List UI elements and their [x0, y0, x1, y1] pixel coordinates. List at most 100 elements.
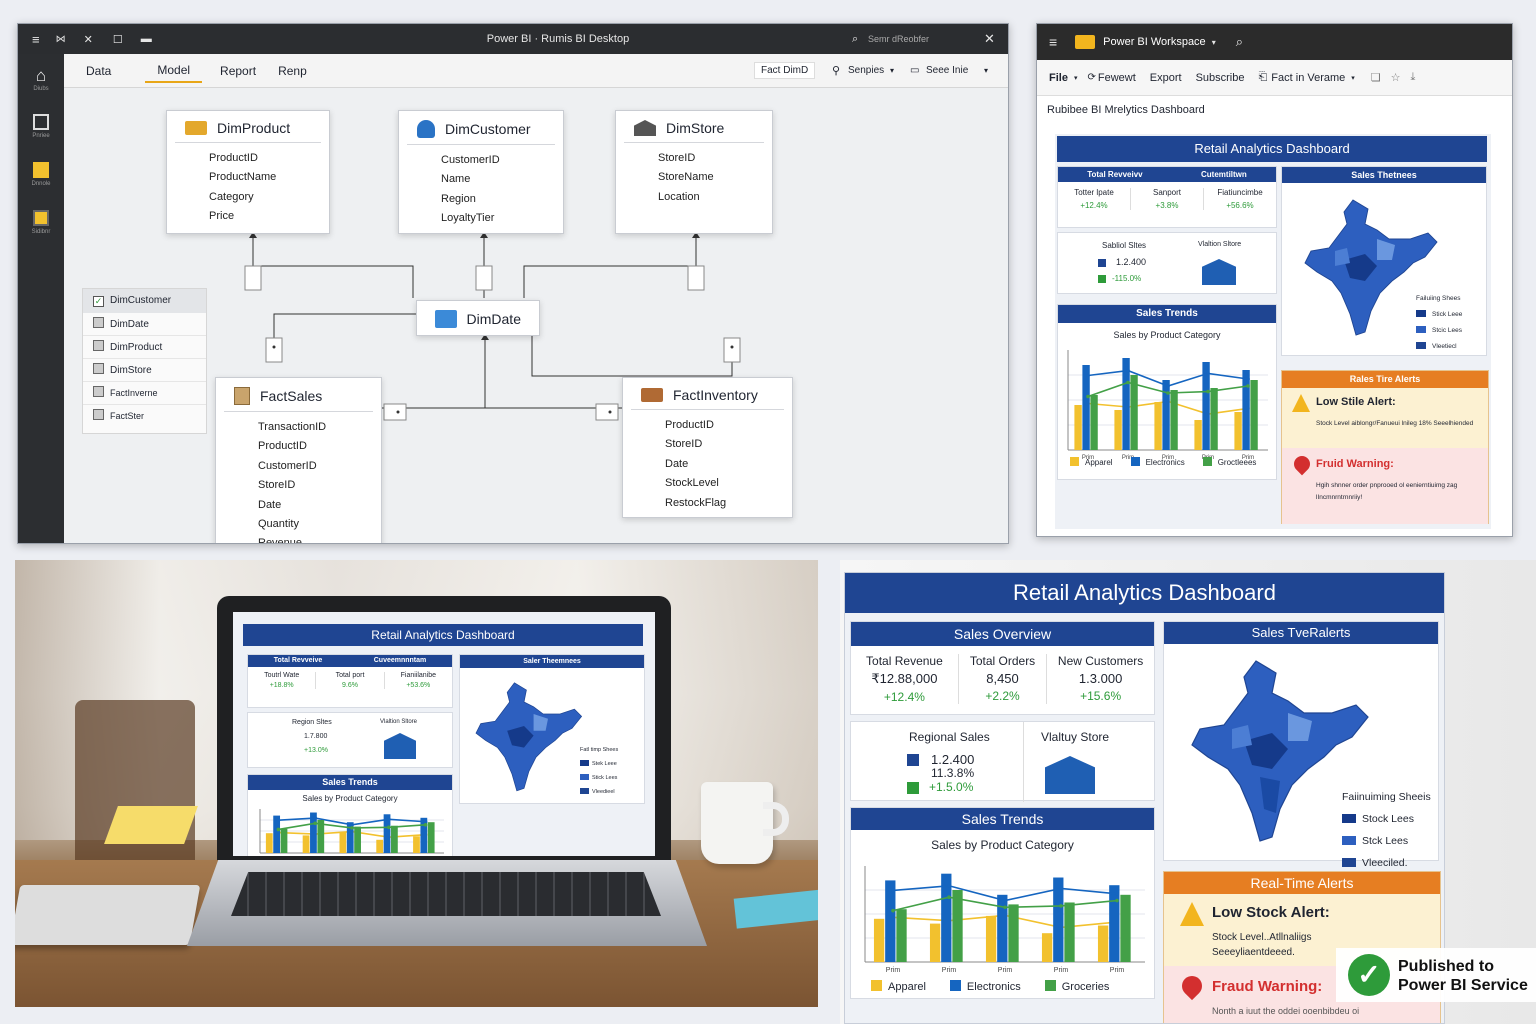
field[interactable]: Name — [441, 170, 563, 189]
file-menu[interactable]: File — [1049, 72, 1068, 84]
field[interactable]: RestockFlag — [665, 494, 792, 513]
field[interactable]: ProductID — [665, 416, 792, 435]
undo-icon[interactable]: ⋈ — [56, 34, 66, 45]
field[interactable]: StockLevel — [665, 474, 792, 493]
legend-item: Faiinuiming Sheeis — [1342, 791, 1431, 803]
field-list-item[interactable]: ✓ DimCustomer — [83, 289, 206, 313]
field-list-item[interactable]: DimStore — [83, 359, 206, 382]
field-list-item[interactable]: DimDate — [83, 313, 206, 336]
field[interactable]: Date — [258, 496, 381, 515]
refresh-menu[interactable]: Fewewt — [1098, 72, 1136, 84]
chevron-down-icon[interactable]: ▾ — [1351, 74, 1355, 82]
service-toolbar: File ▾ ⟳ Fewewt Export Subscribe ⎗ Fact … — [1037, 60, 1512, 96]
field-list: StoreID StoreName Location — [616, 143, 772, 213]
nav-item-dax[interactable]: Sidibnr — [18, 210, 64, 235]
chevron-down-icon[interactable]: ▾ — [1212, 38, 1216, 47]
chair — [75, 700, 195, 880]
tab-model[interactable]: Model — [145, 63, 203, 83]
field[interactable]: LoyaltyTier — [441, 209, 563, 228]
search-icon[interactable]: ⌕ — [852, 33, 858, 46]
window-icon[interactable]: ☐ — [113, 33, 123, 46]
nav-item-home[interactable]: ⌂ Diubs — [18, 66, 64, 92]
field[interactable]: Quantity — [258, 515, 381, 534]
powerbi-desktop-window: ≡ ⋈ ✕ ☐ ▬ Power BI · Rumis BI Desktop ⌕ … — [17, 23, 1009, 544]
field[interactable]: StoreName — [658, 168, 772, 187]
legend-swatch — [1070, 457, 1079, 466]
kpi-total-revenue[interactable]: Total Revenue ₹12.88,000 +12.4% — [851, 654, 958, 704]
kpi-tile[interactable]: Fiatiuncimbe +56.6% — [1203, 188, 1276, 210]
field[interactable]: StoreID — [258, 476, 381, 495]
legend-item: Stck Lees — [1342, 830, 1431, 852]
export-menu[interactable]: Export — [1150, 72, 1182, 84]
chart-bar — [1109, 885, 1120, 962]
fraud-alert[interactable]: Fruid Warning: Hgih shnner order pnprooe… — [1282, 448, 1488, 524]
field[interactable]: Price — [209, 207, 329, 226]
see-more-button[interactable]: Seee Inie — [926, 65, 968, 76]
chevron-down-icon[interactable]: ▾ — [890, 66, 894, 75]
kpi-tile[interactable]: Totter lpate +12.4% — [1058, 188, 1130, 210]
table-dimstore[interactable]: DimStore StoreID StoreName Location — [615, 110, 773, 234]
search-input[interactable]: Semr dReobfer — [868, 34, 929, 44]
kpi-new-customers[interactable]: New Customers 1.3.000 +15.6% — [1046, 654, 1154, 704]
field[interactable]: Date — [665, 455, 792, 474]
subscribe-menu[interactable]: Subscribe — [1196, 72, 1245, 84]
chart-bar — [1210, 388, 1218, 450]
map-card[interactable]: Sales TveRalerts Faiinuiming Sheeis Stoc… — [1163, 621, 1439, 869]
field[interactable]: Region — [441, 190, 563, 209]
field[interactable]: Location — [658, 188, 772, 207]
close-icon[interactable]: ✕ — [984, 31, 995, 47]
field[interactable]: ProductID — [209, 149, 329, 168]
search-icon[interactable]: ⌕ — [1236, 34, 1243, 50]
field[interactable]: CustomerID — [258, 457, 381, 476]
comment-icon[interactable]: ❏ — [1371, 71, 1381, 84]
table-factinventory[interactable]: FactInventory ProductID StoreID Date Sto… — [622, 377, 793, 518]
sales-chart: PrimPrimPrimPrimPrim — [1067, 350, 1268, 460]
map-legend: Faiinuiming Sheeis Stock Lees Stck Lees … — [1342, 786, 1431, 874]
regional-card[interactable]: Regional Sales 1.2.400 11.3.8% +1.5.0% V… — [850, 721, 1155, 802]
services-button[interactable]: Senpies — [848, 65, 884, 76]
field[interactable]: StoreID — [658, 149, 772, 168]
field[interactable]: Revenue — [258, 534, 381, 543]
nav-item-report[interactable]: Pnriee — [18, 114, 64, 139]
tab-report[interactable]: Report — [220, 64, 256, 78]
menu-icon[interactable]: ≡ — [1049, 34, 1057, 50]
field-list-item[interactable]: FactInverne — [83, 382, 206, 405]
minimize-icon[interactable]: ▬ — [141, 33, 152, 45]
chevron-down-icon[interactable]: ▾ — [1074, 74, 1078, 82]
fact-dim-button[interactable]: Fact DimD — [754, 62, 816, 79]
field[interactable]: TransactionID — [258, 418, 381, 437]
chart-point — [1126, 368, 1130, 373]
kpi-tile[interactable]: Sanport +3.8% — [1130, 188, 1203, 210]
table-dimcustomer[interactable]: DimCustomer CustomerID Name Region Loyal… — [398, 110, 564, 234]
low-stock-alert[interactable]: Low Stile Alert: Stock Level aiblongr/Fa… — [1282, 388, 1488, 448]
tab-renp[interactable]: Renp — [278, 64, 307, 78]
field-list-item[interactable]: FactSter — [83, 405, 206, 428]
regional-card[interactable]: Sabliol Sltes 1.2.400 -115.0% Vlaltion S… — [1057, 232, 1277, 294]
nav-item-model[interactable]: Dnnole — [18, 162, 64, 187]
map-card[interactable]: Sales Thetnees Failuiing Shees Stick Lee… — [1281, 166, 1487, 356]
table-dimdate[interactable]: DimDate — [416, 300, 540, 336]
kpi-total-orders[interactable]: Total Orders 8,450 +2.2% — [957, 654, 1046, 704]
alerts-header: Real-Time Alerts — [1164, 872, 1440, 894]
field[interactable]: StoreID — [665, 435, 792, 454]
download-icon[interactable]: ⤓ — [1411, 71, 1416, 84]
menu-icon[interactable]: ≡ — [32, 32, 40, 47]
field[interactable]: Category — [209, 188, 329, 207]
field-list-item[interactable]: DimProduct — [83, 336, 206, 359]
overview-card: Total Revveivv Cutemtiltwn Totter lpate +1… — [1057, 166, 1277, 228]
legend-swatch — [1342, 814, 1356, 823]
workspace-title[interactable]: Power BI Workspace — [1103, 36, 1206, 48]
desktop-titlebar: ≡ ⋈ ✕ ☐ ▬ Power BI · Rumis BI Desktop ⌕ … — [18, 24, 1008, 54]
field-list: TransactionID ProductID CustomerID Store… — [216, 412, 381, 543]
chevron-down-icon[interactable]: ▾ — [984, 66, 988, 75]
field[interactable]: ProductName — [209, 168, 329, 187]
field[interactable]: CustomerID — [441, 151, 563, 170]
fact-menu[interactable]: Fact in Verame — [1271, 72, 1345, 84]
tab-data[interactable]: Data — [86, 64, 111, 78]
table-factsales[interactable]: FactSales TransactionID ProductID Custom… — [215, 377, 382, 543]
field[interactable]: ProductID — [258, 437, 381, 456]
close-file-icon[interactable]: ✕ — [84, 33, 93, 46]
star-icon[interactable]: ☆ — [1391, 71, 1401, 84]
table-dimproduct[interactable]: DimProduct ProductID ProductName Categor… — [166, 110, 330, 234]
fields-pane: ✓ DimCustomer DimDate DimProduct DimStore… — [82, 288, 207, 434]
